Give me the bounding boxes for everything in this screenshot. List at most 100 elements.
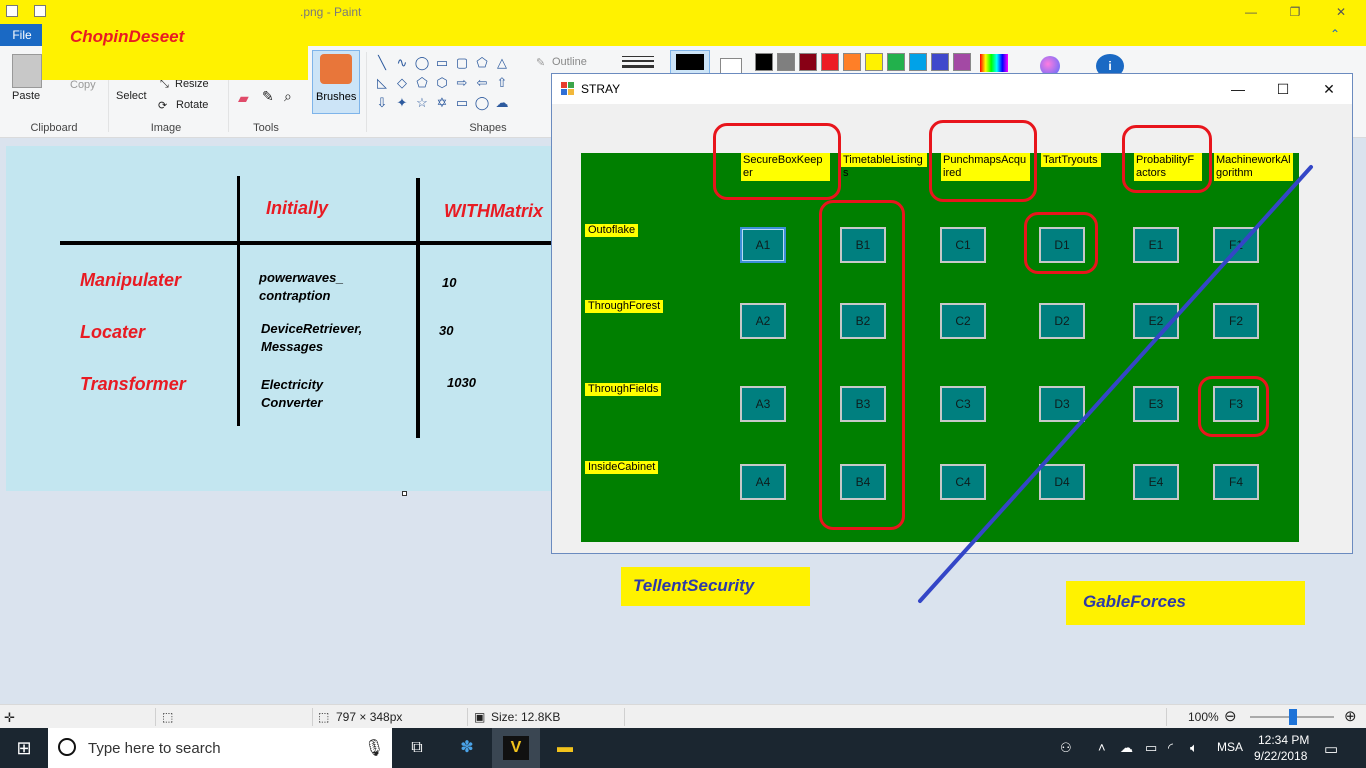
cell-e1-button[interactable]: E1 <box>1133 227 1179 263</box>
vertical-line-1 <box>237 176 240 426</box>
cell-a2-button[interactable]: A2 <box>740 303 786 339</box>
onedrive-icon[interactable]: ☁ <box>1120 740 1133 756</box>
notifications-icon[interactable]: ▭ <box>1324 740 1338 758</box>
color-swatch[interactable] <box>777 53 795 71</box>
stray-close-button[interactable]: ✕ <box>1309 78 1349 100</box>
zoom-out-button[interactable]: ⊖ <box>1224 707 1237 725</box>
cell-a1-button[interactable]: A1 <box>740 227 786 263</box>
line-shape-icon[interactable]: ╲ <box>374 56 390 70</box>
microphone-icon[interactable]: 🎙︎ <box>364 738 384 758</box>
network-icon[interactable]: ◜ <box>1168 740 1173 756</box>
file-tab[interactable]: File <box>0 24 44 46</box>
callout-cloud-icon[interactable]: ☁ <box>494 96 510 110</box>
tray-overflow-icon[interactable]: ˄ <box>1098 740 1106 755</box>
color-swatch[interactable] <box>755 53 773 71</box>
eraser-icon[interactable]: ▰ <box>238 90 249 107</box>
right-triangle-shape-icon[interactable]: ◺ <box>374 76 390 90</box>
color-swatch[interactable] <box>887 53 905 71</box>
rotate-icon[interactable]: ⟳ <box>158 99 167 112</box>
right-arrow-shape-icon[interactable]: ⇨ <box>454 76 470 90</box>
color1-button[interactable] <box>670 50 710 74</box>
color-swatch[interactable] <box>953 53 971 71</box>
paste-icon[interactable] <box>12 54 42 88</box>
select-button[interactable]: Select <box>116 90 147 102</box>
cell-c2-button[interactable]: C2 <box>940 303 986 339</box>
color-picker-icon[interactable]: ✎ <box>262 88 274 105</box>
four-point-star-icon[interactable]: ✦ <box>394 96 410 110</box>
zoom-slider-thumb[interactable] <box>1289 709 1297 725</box>
cell-c1-button[interactable]: C1 <box>940 227 986 263</box>
annotation-ring-f3 <box>1198 376 1269 437</box>
outline-icon[interactable]: ✎ <box>536 56 545 69</box>
language-indicator[interactable]: MSA <box>1217 740 1243 754</box>
oval-shape-icon[interactable]: ◯ <box>414 56 430 70</box>
stray-maximize-button[interactable]: ☐ <box>1263 78 1303 100</box>
paint-canvas[interactable]: Initially WITHMatrix Manipulater Locater… <box>6 146 552 491</box>
task-view-icon[interactable]: ⧉ <box>404 736 430 760</box>
cell-e4-button[interactable]: E4 <box>1133 464 1179 500</box>
cell-a4-button[interactable]: A4 <box>740 464 786 500</box>
collapse-ribbon-icon[interactable]: ⌃ <box>1320 24 1350 44</box>
cell-f1-button[interactable]: F1 <box>1213 227 1259 263</box>
hexagon-shape-icon[interactable]: ⬡ <box>434 76 450 90</box>
curve-shape-icon[interactable]: ∿ <box>394 56 410 70</box>
row-header-throughfields: ThroughFields <box>585 383 662 396</box>
triangle-shape-icon[interactable]: △ <box>494 56 510 70</box>
color-swatch[interactable] <box>931 53 949 71</box>
color-swatch[interactable] <box>799 53 817 71</box>
size-icon[interactable] <box>622 54 654 74</box>
down-arrow-shape-icon[interactable]: ⇩ <box>374 96 390 110</box>
color-swatch[interactable] <box>843 53 861 71</box>
close-button[interactable]: ✕ <box>1326 2 1356 22</box>
diamond-shape-icon[interactable]: ◇ <box>394 76 410 90</box>
paste-button[interactable]: Paste <box>12 90 40 102</box>
row-item-deviceretriever: DeviceRetriever, Messages <box>261 321 363 354</box>
minimize-button[interactable]: — <box>1236 2 1266 22</box>
cell-d4-button[interactable]: D4 <box>1039 464 1085 500</box>
people-icon[interactable]: ⚇ <box>1060 740 1072 756</box>
callout-rect-icon[interactable]: ▭ <box>454 96 470 110</box>
rainbow-palette-icon[interactable] <box>980 54 1008 72</box>
callout-oval-icon[interactable]: ◯ <box>474 96 490 110</box>
canvas-resize-handle[interactable] <box>402 491 407 496</box>
maximize-button[interactable]: ❐ <box>1280 2 1310 22</box>
color-swatch[interactable] <box>909 53 927 71</box>
six-point-star-icon[interactable]: ✡ <box>434 96 450 110</box>
taskbar-search-box[interactable]: Type here to search 🎙︎ <box>48 728 392 768</box>
left-arrow-shape-icon[interactable]: ⇦ <box>474 76 490 90</box>
brushes-button[interactable]: Brushes <box>312 50 360 114</box>
color-swatch[interactable] <box>821 53 839 71</box>
cell-d2-button[interactable]: D2 <box>1039 303 1085 339</box>
rounded-rectangle-shape-icon[interactable]: ▢ <box>454 56 470 70</box>
battery-icon[interactable]: ▭ <box>1145 740 1157 756</box>
zoom-in-button[interactable]: ⊕ <box>1344 707 1357 725</box>
magnifier-icon[interactable]: ⌕ <box>284 88 292 105</box>
cell-c3-button[interactable]: C3 <box>940 386 986 422</box>
cell-d3-button[interactable]: D3 <box>1039 386 1085 422</box>
annotation-ring-secureboxkeeper <box>713 123 841 200</box>
pentagon-shape-icon[interactable]: ⬠ <box>414 76 430 90</box>
volume-icon[interactable]: 🔈︎ <box>1190 740 1198 756</box>
cell-a3-button[interactable]: A3 <box>740 386 786 422</box>
cell-f4-button[interactable]: F4 <box>1213 464 1259 500</box>
app-icon-vs[interactable]: V <box>503 736 529 760</box>
cell-c4-button[interactable]: C4 <box>940 464 986 500</box>
cell-e3-button[interactable]: E3 <box>1133 386 1179 422</box>
cell-f2-button[interactable]: F2 <box>1213 303 1259 339</box>
save-icon[interactable] <box>34 5 46 17</box>
file-explorer-icon[interactable]: ▬ <box>552 736 578 760</box>
five-point-star-icon[interactable]: ☆ <box>414 96 430 110</box>
outline-button[interactable]: Outline <box>552 56 587 68</box>
app-icon-1[interactable]: ✽ <box>454 736 480 760</box>
rotate-button[interactable]: Rotate <box>176 99 208 111</box>
stray-minimize-button[interactable]: — <box>1218 78 1258 100</box>
polygon-shape-icon[interactable]: ⬠ <box>474 56 490 70</box>
color-swatch[interactable] <box>865 53 883 71</box>
up-arrow-shape-icon[interactable]: ⇧ <box>494 76 510 90</box>
clock-time[interactable]: 12:34 PM <box>1258 733 1309 747</box>
windows-start-icon[interactable]: ⊞ <box>11 736 37 760</box>
clock-date[interactable]: 9/22/2018 <box>1254 749 1307 763</box>
cell-e2-button[interactable]: E2 <box>1133 303 1179 339</box>
copy-button[interactable]: Copy <box>70 79 96 91</box>
rectangle-shape-icon[interactable]: ▭ <box>434 56 450 70</box>
